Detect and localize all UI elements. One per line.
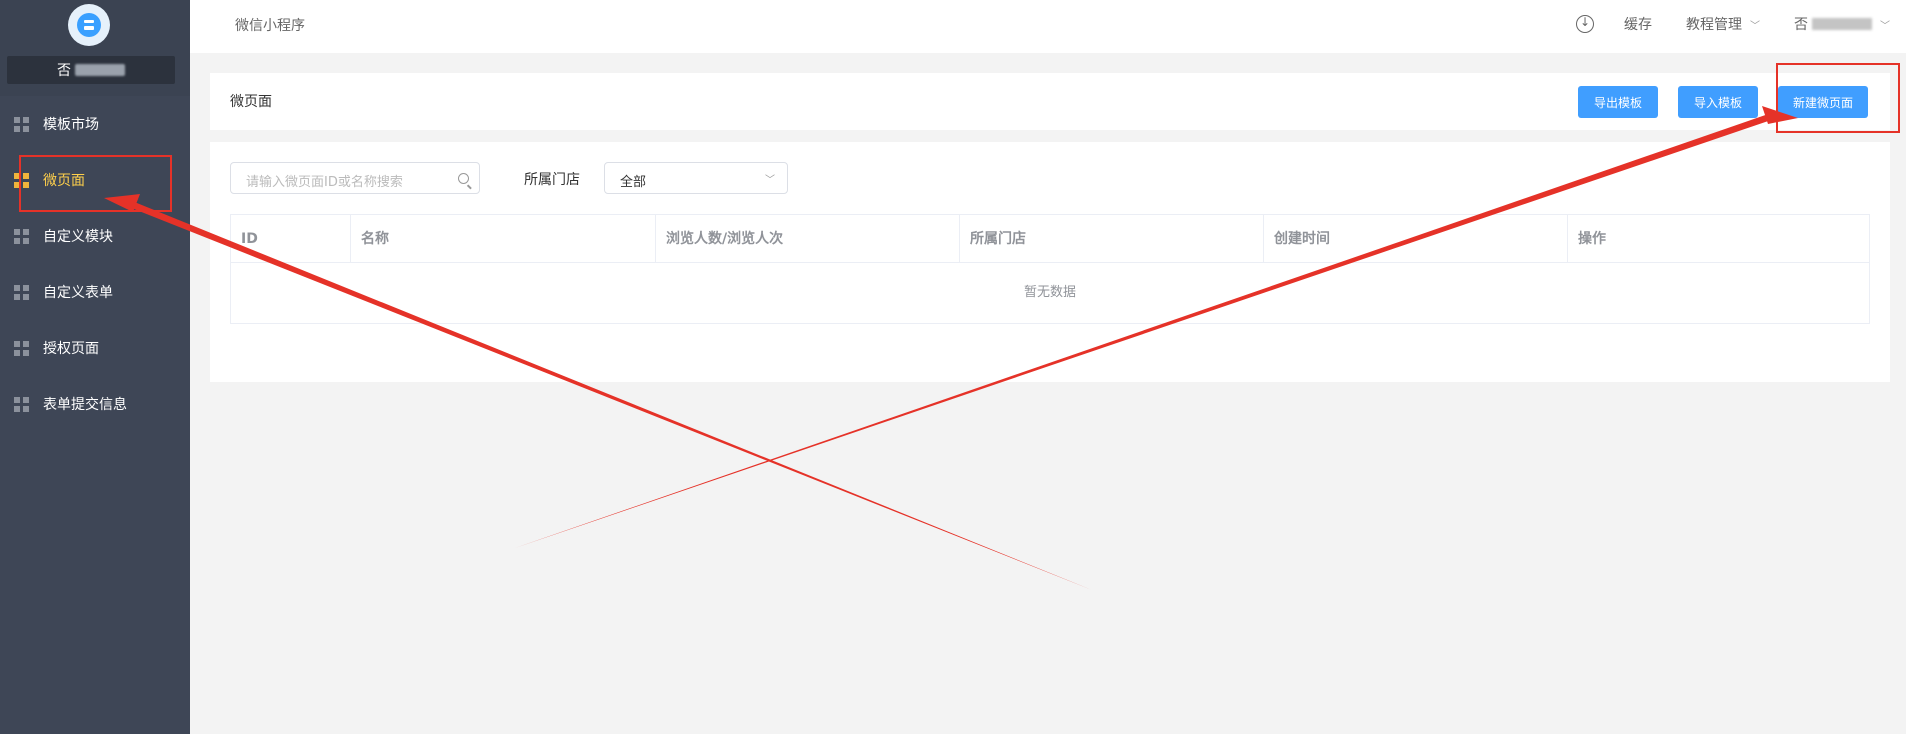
shop-logo[interactable]	[68, 4, 110, 46]
table-header: ID 名称 浏览人数/浏览人次 所属门店 创建时间 操作	[231, 215, 1869, 263]
new-micro-page-button[interactable]: 新建微页面	[1778, 86, 1868, 118]
redacted-text	[75, 64, 125, 76]
breadcrumb[interactable]: 微信小程序	[235, 15, 305, 35]
user-name: 否	[1794, 17, 1808, 33]
page-title: 微页面	[230, 94, 272, 110]
column-header-created: 创建时间	[1264, 215, 1568, 263]
sidebar-item-label: 自定义表单	[43, 285, 113, 301]
grid-icon	[14, 284, 29, 300]
content-card: 请输入微页面ID或名称搜索 所属门店 全部 ﹀ ID 名称 浏览人数/浏览人次 …	[210, 142, 1890, 382]
shop-name[interactable]: 否	[7, 56, 175, 84]
micro-page-table: ID 名称 浏览人数/浏览人次 所属门店 创建时间 操作 暂无数据	[230, 214, 1870, 324]
sidebar: 否 模板市场 微页面 自定义模块 自定义表单 授权页面 表单提交信息	[0, 0, 190, 734]
top-bar: 微信小程序 缓存 教程管理 ﹀ 否 ﹀	[190, 0, 1906, 53]
search-icon[interactable]	[458, 173, 469, 184]
store-select[interactable]: 全部 ﹀	[604, 162, 788, 194]
column-header-actions: 操作	[1578, 231, 1606, 247]
grid-icon	[14, 116, 29, 132]
column-header-name: 名称	[351, 215, 656, 263]
export-template-button[interactable]: 导出模板	[1578, 86, 1658, 118]
sidebar-item-label: 表单提交信息	[43, 397, 127, 413]
sidebar-item-template-market[interactable]: 模板市场	[0, 96, 190, 152]
user-menu[interactable]: 否 ﹀	[1794, 14, 1890, 34]
sidebar-item-label: 模板市场	[43, 117, 99, 133]
search-placeholder: 请输入微页面ID或名称搜索	[246, 175, 403, 190]
grid-icon	[14, 228, 29, 244]
grid-icon	[14, 340, 29, 356]
chevron-down-icon: ﹀	[1880, 20, 1890, 32]
grid-icon	[14, 396, 29, 412]
chevron-down-icon: ﹀	[765, 175, 775, 186]
import-template-button[interactable]: 导入模板	[1678, 86, 1758, 118]
search-input[interactable]: 请输入微页面ID或名称搜索	[230, 162, 480, 194]
download-icon[interactable]	[1576, 15, 1594, 33]
top-bar-actions: 缓存 教程管理 ﹀ 否 ﹀	[1576, 0, 1890, 48]
sidebar-menu: 模板市场 微页面 自定义模块 自定义表单 授权页面 表单提交信息	[0, 96, 190, 432]
empty-state: 暂无数据	[1023, 285, 1076, 300]
sidebar-header: 否	[0, 0, 190, 96]
sidebar-item-label: 授权页面	[43, 341, 99, 357]
sidebar-item-form-submissions[interactable]: 表单提交信息	[0, 376, 190, 432]
sidebar-item-label: 微页面	[43, 173, 85, 189]
sidebar-item-custom-form[interactable]: 自定义表单	[0, 264, 190, 320]
grid-icon	[14, 172, 29, 188]
cache-label: 缓存	[1624, 17, 1652, 33]
sidebar-item-custom-module[interactable]: 自定义模块	[0, 208, 190, 264]
shop-name-text: 否	[57, 63, 71, 79]
chevron-down-icon: ﹀	[1750, 20, 1760, 32]
cache-button[interactable]: 缓存	[1624, 14, 1652, 34]
column-header-views: 浏览人数/浏览人次	[656, 215, 960, 263]
tutorial-label: 教程管理	[1686, 17, 1742, 33]
column-header-store: 所属门店	[960, 215, 1264, 263]
store-select-value: 全部	[620, 175, 647, 190]
redacted-text	[1812, 18, 1872, 30]
sidebar-item-label: 自定义模块	[43, 229, 113, 245]
page-header-card: 微页面 导出模板 导入模板 新建微页面	[210, 73, 1890, 130]
store-icon	[77, 13, 101, 37]
sidebar-item-auth-page[interactable]: 授权页面	[0, 320, 190, 376]
tutorial-menu[interactable]: 教程管理 ﹀	[1686, 14, 1760, 34]
store-filter-label: 所属门店	[524, 172, 580, 188]
column-header-id: ID	[231, 215, 351, 263]
sidebar-item-micro-page[interactable]: 微页面	[0, 152, 190, 208]
